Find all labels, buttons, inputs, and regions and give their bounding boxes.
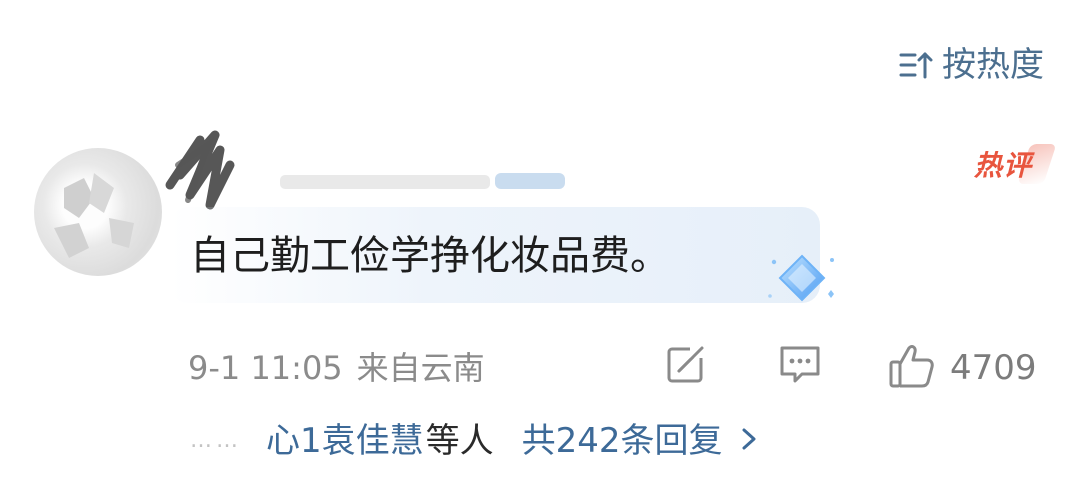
share-button[interactable] xyxy=(662,340,710,392)
share-icon xyxy=(662,340,710,392)
comment-timestamp: 9-1 11:05 xyxy=(188,349,343,387)
like-button[interactable]: 4709 xyxy=(886,340,1037,396)
chevron-right-icon xyxy=(739,415,759,467)
comment-button[interactable] xyxy=(776,340,824,392)
sort-icon xyxy=(898,49,934,81)
reply-user-link[interactable]: 心1袁佳慧 xyxy=(266,415,424,467)
replies-dots: …… xyxy=(190,428,242,453)
sort-by-hot-button[interactable]: 按热度 xyxy=(898,48,1044,82)
comment-icon xyxy=(776,340,824,392)
comment-text: 自己勤工俭学挣化妆品费。 xyxy=(190,233,670,279)
diamond-gem-icon xyxy=(768,254,834,302)
comment-meta: 9-1 11:05 来自云南 xyxy=(188,344,485,392)
reply-others-label: 等人 xyxy=(425,421,494,461)
sort-label: 按热度 xyxy=(942,45,1044,85)
hot-comment-badge: 热评 xyxy=(973,149,1032,182)
view-all-replies-link[interactable]: 共242条回复 xyxy=(522,415,723,467)
replies-summary[interactable]: …… 心1袁佳慧 等人 共242条回复 xyxy=(190,415,759,467)
redacted-username xyxy=(165,130,565,210)
avatar[interactable] xyxy=(34,148,162,276)
thumbs-up-icon xyxy=(886,340,938,396)
comment-location: 来自云南 xyxy=(356,349,485,387)
like-count: 4709 xyxy=(950,348,1037,388)
